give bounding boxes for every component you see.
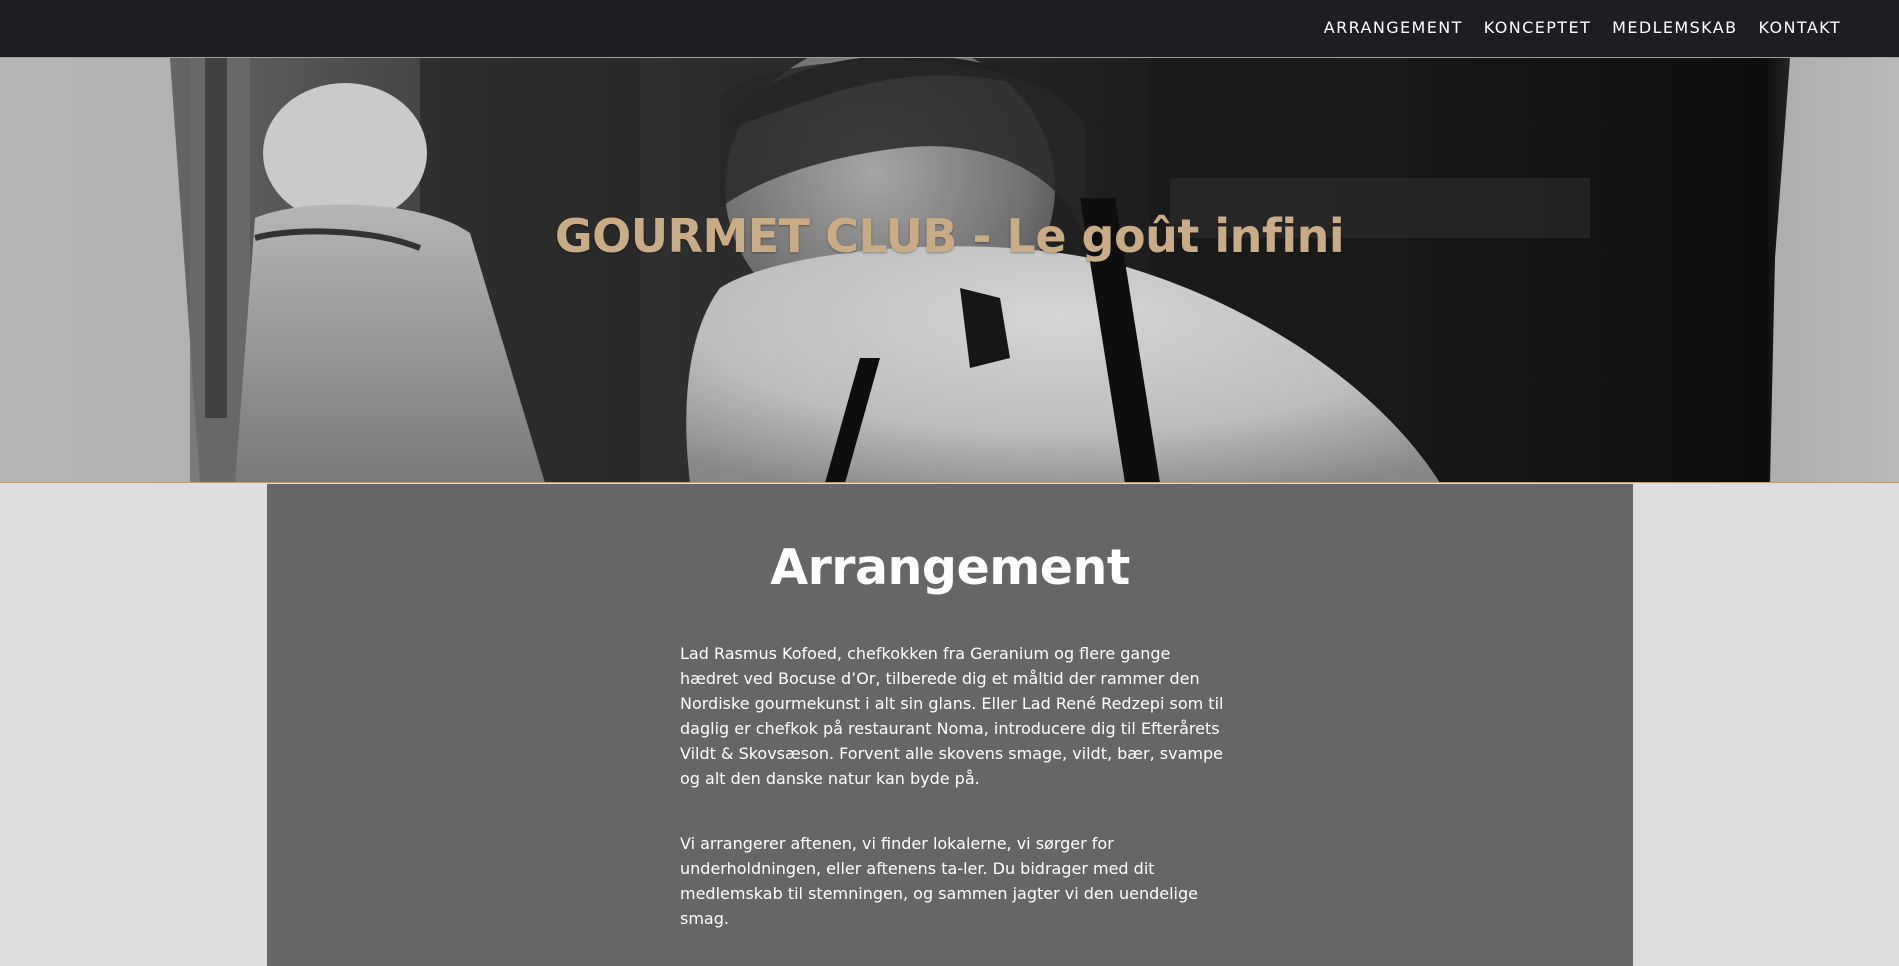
hero-banner: GOURMET CLUB - Le goût infini bbox=[0, 58, 1899, 483]
nav-item-konceptet[interactable]: KONCEPTET bbox=[1484, 18, 1591, 37]
top-navigation-bar: ARRANGEMENT KONCEPTET MEDLEMSKAB KONTAKT bbox=[0, 0, 1899, 58]
section-title: Arrangement bbox=[770, 539, 1130, 596]
nav-item-arrangement[interactable]: ARRANGEMENT bbox=[1324, 18, 1463, 37]
nav-item-kontakt[interactable]: KONTAKT bbox=[1759, 18, 1841, 37]
nav-item-medlemskab[interactable]: MEDLEMSKAB bbox=[1612, 18, 1737, 37]
section-paragraph: Lad Rasmus Kofoed, chefkokken fra Gerani… bbox=[680, 644, 1224, 788]
main-menu-list: ARRANGEMENT KONCEPTET MEDLEMSKAB KONTAKT bbox=[1324, 17, 1841, 39]
arrangement-section: Arrangement Lad Rasmus Kofoed, chefkokke… bbox=[267, 484, 1633, 966]
section-paragraph: Vi arrangerer aftenen, vi finder lokaler… bbox=[680, 834, 1198, 928]
page: ARRANGEMENT KONCEPTET MEDLEMSKAB KONTAKT bbox=[0, 0, 1899, 966]
hero-title: GOURMET CLUB - Le goût infini bbox=[554, 209, 1345, 263]
hero-chef-photo bbox=[0, 58, 1899, 482]
